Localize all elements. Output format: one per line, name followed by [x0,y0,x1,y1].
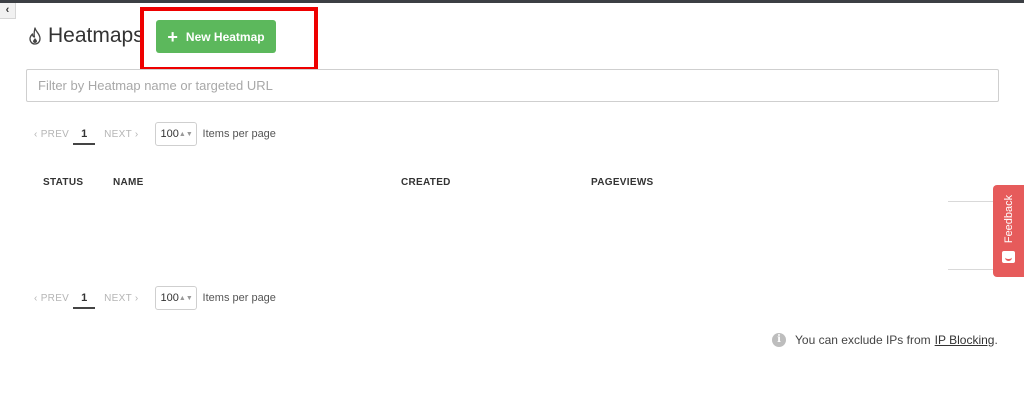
ip-blocking-note: i You can exclude IPs from IP Blocking . [772,333,998,347]
sidebar-collapse-button[interactable]: ‹ [0,3,16,19]
items-per-page-value: 100 [160,292,179,304]
page-title: Heatmaps [48,24,144,47]
current-page[interactable]: 1 [73,127,96,145]
column-header-pageviews[interactable]: PAGEVIEWS [591,177,654,188]
dropdown-caret-icon: ▲▼ [178,294,193,302]
table-divider-bottom [948,269,993,270]
chevron-left-icon: ‹ [5,4,10,16]
smile-chat-icon [1002,251,1015,263]
next-page-link[interactable]: NEXT › [104,293,138,304]
info-circle-icon: i [772,333,786,347]
prev-page-link[interactable]: ‹ PREV [34,293,69,304]
table-divider-top [948,201,993,202]
column-header-created[interactable]: CREATED [401,177,451,188]
dropdown-caret-icon: ▲▼ [178,130,193,138]
items-per-page-label: Items per page [202,292,276,304]
column-header-status[interactable]: STATUS [43,177,83,188]
items-per-page-value: 100 [160,128,179,140]
top-window-strip [0,0,1024,3]
pagination-bottom: ‹ PREV 1 NEXT › 100 ▲▼ Items per page [34,286,276,310]
plus-icon: + [167,26,178,47]
new-heatmap-button[interactable]: + New Heatmap [156,20,276,53]
column-header-name[interactable]: NAME [113,177,144,188]
feedback-label: Feedback [1002,194,1015,244]
prev-page-link[interactable]: ‹ PREV [34,129,69,140]
next-page-link[interactable]: NEXT › [104,129,138,140]
items-per-page-select[interactable]: 100 ▲▼ [154,286,197,310]
current-page[interactable]: 1 [73,291,96,309]
items-per-page-label: Items per page [202,128,276,140]
ip-blocking-link[interactable]: IP Blocking [935,333,995,347]
flame-icon [29,27,41,45]
pagination-top: ‹ PREV 1 NEXT › 100 ▲▼ Items per page [34,122,276,146]
feedback-tab[interactable]: Feedback [993,185,1024,277]
ip-note-text: You can exclude IPs from [795,333,931,347]
filter-input[interactable] [26,69,999,102]
items-per-page-select[interactable]: 100 ▲▼ [154,122,197,146]
ip-note-period: . [994,333,998,347]
new-heatmap-label: New Heatmap [185,29,265,44]
